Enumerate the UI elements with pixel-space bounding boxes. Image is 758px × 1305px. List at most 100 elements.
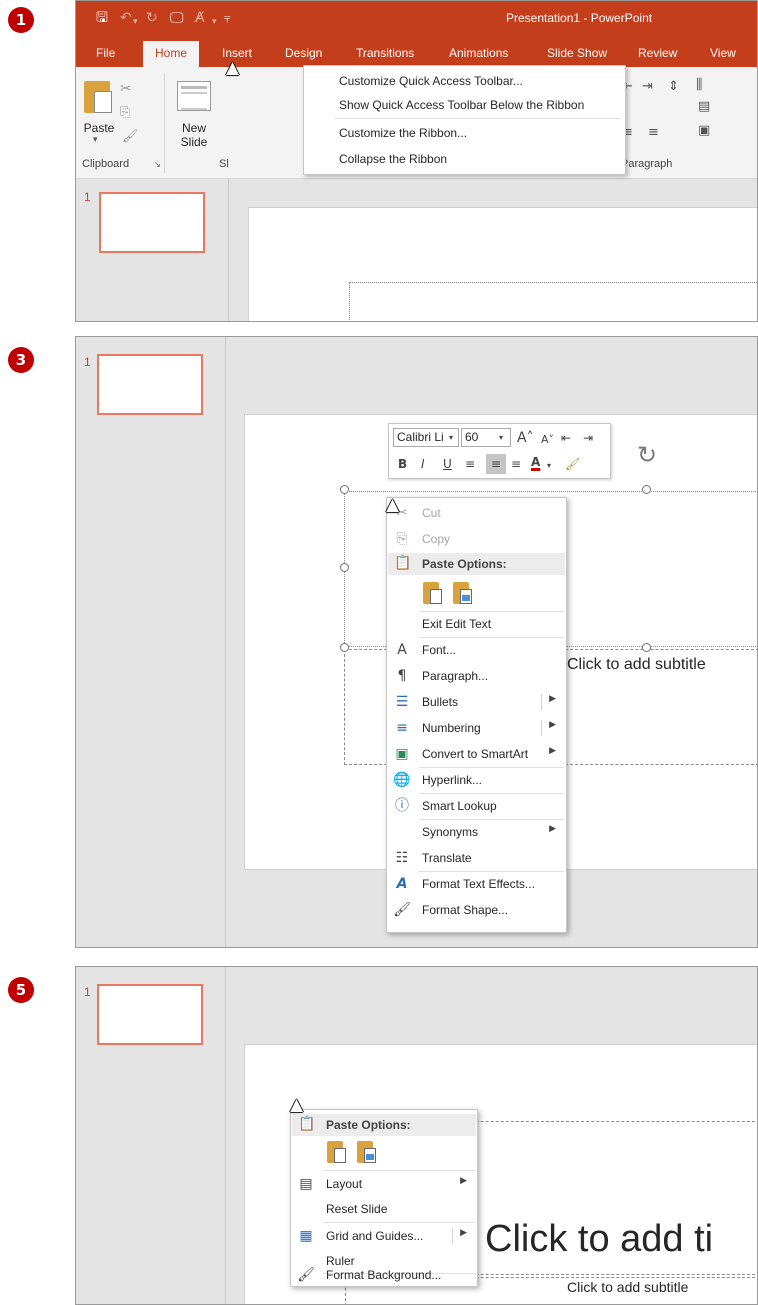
selection-handle[interactable] — [340, 563, 349, 572]
paste-picture-button[interactable] — [451, 580, 475, 606]
paste-keep-text-only-button[interactable] — [421, 580, 445, 606]
spelling-dropdown-icon[interactable]: ▾ — [212, 13, 217, 31]
bold-button[interactable]: B — [398, 456, 407, 472]
title-bar: 🖫 ↶ ▾ ↻ 🖵 Α̸ ▾ ⫧ Presentation1 - PowerPo… — [76, 1, 757, 39]
menu-item-copy[interactable]: ⎘ Copy — [387, 526, 566, 552]
font-name-dropdown-icon[interactable]: ▾ — [449, 430, 453, 446]
format-painter-icon[interactable]: 🖌 — [122, 129, 139, 144]
selection-handle[interactable] — [642, 643, 651, 652]
italic-button[interactable]: I — [421, 456, 425, 472]
bullets-icon: ☰ — [395, 694, 409, 710]
paste-button-label[interactable]: Paste — [82, 121, 116, 135]
paste-options-header: 📋 Paste Options: — [292, 1114, 476, 1136]
menu-item-translate[interactable]: ☷ Translate — [387, 845, 566, 871]
start-from-beginning-icon[interactable]: 🖵 — [170, 9, 184, 27]
paste-icon[interactable] — [84, 81, 112, 113]
spelling-icon[interactable]: Α̸ — [195, 9, 205, 27]
align-right-icon[interactable]: ≡ — [511, 456, 521, 472]
rotate-handle-icon[interactable]: ↻ — [637, 441, 657, 469]
convert-smartart-icon[interactable]: ▣ — [698, 123, 710, 138]
menu-item-grid-and-guides[interactable]: ▦ Grid and Guides... ▶ — [291, 1223, 477, 1249]
ribbon-tabs: File Home Insert Design Transitions Anim… — [76, 39, 757, 67]
cut-icon[interactable]: ✂ — [120, 81, 132, 97]
font-size-dropdown-icon[interactable]: ▾ — [499, 430, 503, 446]
menu-item-format-text-effects[interactable]: A Format Text Effects... — [387, 871, 566, 897]
menu-item-exit-edit-text[interactable]: Exit Edit Text — [387, 611, 566, 637]
menu-item-font[interactable]: A Font... — [387, 637, 566, 663]
copy-icon[interactable]: ⎘ — [120, 105, 130, 120]
slide-thumbnail-pane: 1 — [76, 179, 229, 321]
tab-design[interactable]: Design — [285, 46, 322, 60]
selection-handle[interactable] — [642, 485, 651, 494]
font-color-button[interactable]: A — [531, 454, 540, 470]
align-text-icon[interactable]: ▤ — [698, 99, 710, 114]
menu-item-format-shape[interactable]: 🖌 Format Shape... — [387, 897, 566, 923]
format-shape-icon: 🖌 — [393, 902, 411, 918]
undo-dropdown-icon[interactable]: ▾ — [133, 13, 138, 31]
tab-animations[interactable]: Animations — [449, 46, 508, 60]
paste-picture-button[interactable] — [355, 1139, 379, 1165]
slide-number: 1 — [84, 190, 91, 204]
menu-item-numbering[interactable]: ≡ Numbering ▶ — [387, 715, 566, 741]
save-icon[interactable]: 🖫 — [96, 9, 108, 27]
menu-item-hyperlink[interactable]: 🌐 Hyperlink... — [387, 767, 566, 793]
subtitle-text[interactable]: Click to add subtitle — [567, 1279, 688, 1295]
clipboard-launcher-icon[interactable]: ↘ — [154, 160, 161, 169]
align-center-icon[interactable]: ≡ — [486, 454, 506, 474]
paste-dropdown-icon[interactable]: ▾ — [93, 135, 98, 145]
menu-item-bullets[interactable]: ☰ Bullets ▶ — [387, 689, 566, 715]
font-size-box[interactable]: 60 — [461, 428, 511, 447]
selection-handle[interactable] — [340, 643, 349, 652]
slide-thumbnail[interactable] — [97, 984, 203, 1045]
menu-item-smart-lookup[interactable]: ⓘ Smart Lookup — [387, 793, 566, 819]
menu-item-paragraph[interactable]: ¶ Paragraph... — [387, 663, 566, 689]
slide-thumbnail-pane: 1 — [76, 967, 226, 1304]
grow-font-icon[interactable]: A˄ — [517, 430, 534, 446]
subtitle-text[interactable]: Click to add subtitle — [567, 656, 706, 674]
underline-button[interactable]: U — [443, 456, 452, 472]
redo-icon[interactable]: ↻ — [146, 9, 158, 27]
submenu-arrow-icon: ▶ — [549, 694, 556, 704]
columns-icon[interactable]: ≡ — [648, 125, 659, 140]
new-slide-icon[interactable] — [177, 81, 211, 111]
selection-handle[interactable] — [340, 485, 349, 494]
mini-toolbar: Calibri Li ▾ 60 ▾ A˄ A˅ ⇤ ⇥ B I U ≡ ≡ ≡ … — [388, 423, 611, 479]
tab-transitions[interactable]: Transitions — [356, 46, 414, 60]
tab-view[interactable]: View — [710, 46, 736, 60]
decrease-indent-icon[interactable]: ⇤ — [561, 430, 571, 446]
new-slide-label-2[interactable]: Slide — [173, 135, 215, 149]
shrink-font-icon[interactable]: A˅ — [541, 432, 554, 448]
increase-indent-icon[interactable]: ⇥ — [583, 430, 593, 446]
menu-item-synonyms[interactable]: Synonyms ▶ — [387, 819, 566, 845]
tab-slide-show[interactable]: Slide Show — [547, 46, 607, 60]
customize-qat-dropdown-icon[interactable]: ⫧ — [224, 9, 231, 27]
menu-item-customize-qat[interactable]: Customize Quick Access Toolbar... — [339, 74, 523, 88]
new-slide-label[interactable]: New — [173, 121, 215, 135]
smartart-icon: ▣ — [395, 746, 409, 762]
panel-step-3: 1 Click to add subtitle ↻ Calibri Li ▾ 6… — [75, 336, 758, 948]
menu-item-cut[interactable]: ✂ Cut — [387, 500, 566, 526]
menu-item-collapse-ribbon[interactable]: Collapse the Ribbon — [339, 152, 447, 166]
increase-indent-icon[interactable]: ⇥ — [642, 79, 653, 94]
grid-icon: ▦ — [299, 1228, 313, 1244]
line-spacing-icon[interactable]: ⇕ — [668, 79, 679, 94]
tab-review[interactable]: Review — [638, 46, 677, 60]
title-placeholder[interactable] — [349, 282, 757, 321]
menu-item-show-qat-below[interactable]: Show Quick Access Toolbar Below the Ribb… — [339, 98, 584, 112]
menu-item-reset-slide[interactable]: Reset Slide — [291, 1196, 477, 1222]
slide-thumbnail[interactable] — [97, 354, 203, 415]
paste-keep-text-only-button[interactable] — [325, 1139, 349, 1165]
undo-icon[interactable]: ↶ — [120, 9, 132, 27]
align-left-icon[interactable]: ≡ — [465, 456, 475, 472]
font-color-dropdown-icon[interactable]: ▾ — [547, 458, 551, 474]
title-placeholder-text[interactable]: Click to add ti — [485, 1217, 713, 1261]
tab-file[interactable]: File — [96, 46, 115, 60]
menu-item-format-background[interactable]: 🖌 Format Background... — [291, 1262, 477, 1288]
menu-item-layout[interactable]: ▤ Layout ▶ — [291, 1171, 477, 1197]
menu-item-customize-ribbon[interactable]: Customize the Ribbon... — [339, 126, 467, 140]
format-painter-icon[interactable]: 🖌 — [565, 456, 580, 472]
text-direction-icon[interactable]: ⫼ — [696, 77, 702, 93]
menu-item-convert-smartart[interactable]: ▣ Convert to SmartArt ▶ — [387, 741, 566, 767]
tab-home[interactable]: Home — [143, 41, 200, 67]
slide-thumbnail[interactable] — [99, 192, 205, 253]
